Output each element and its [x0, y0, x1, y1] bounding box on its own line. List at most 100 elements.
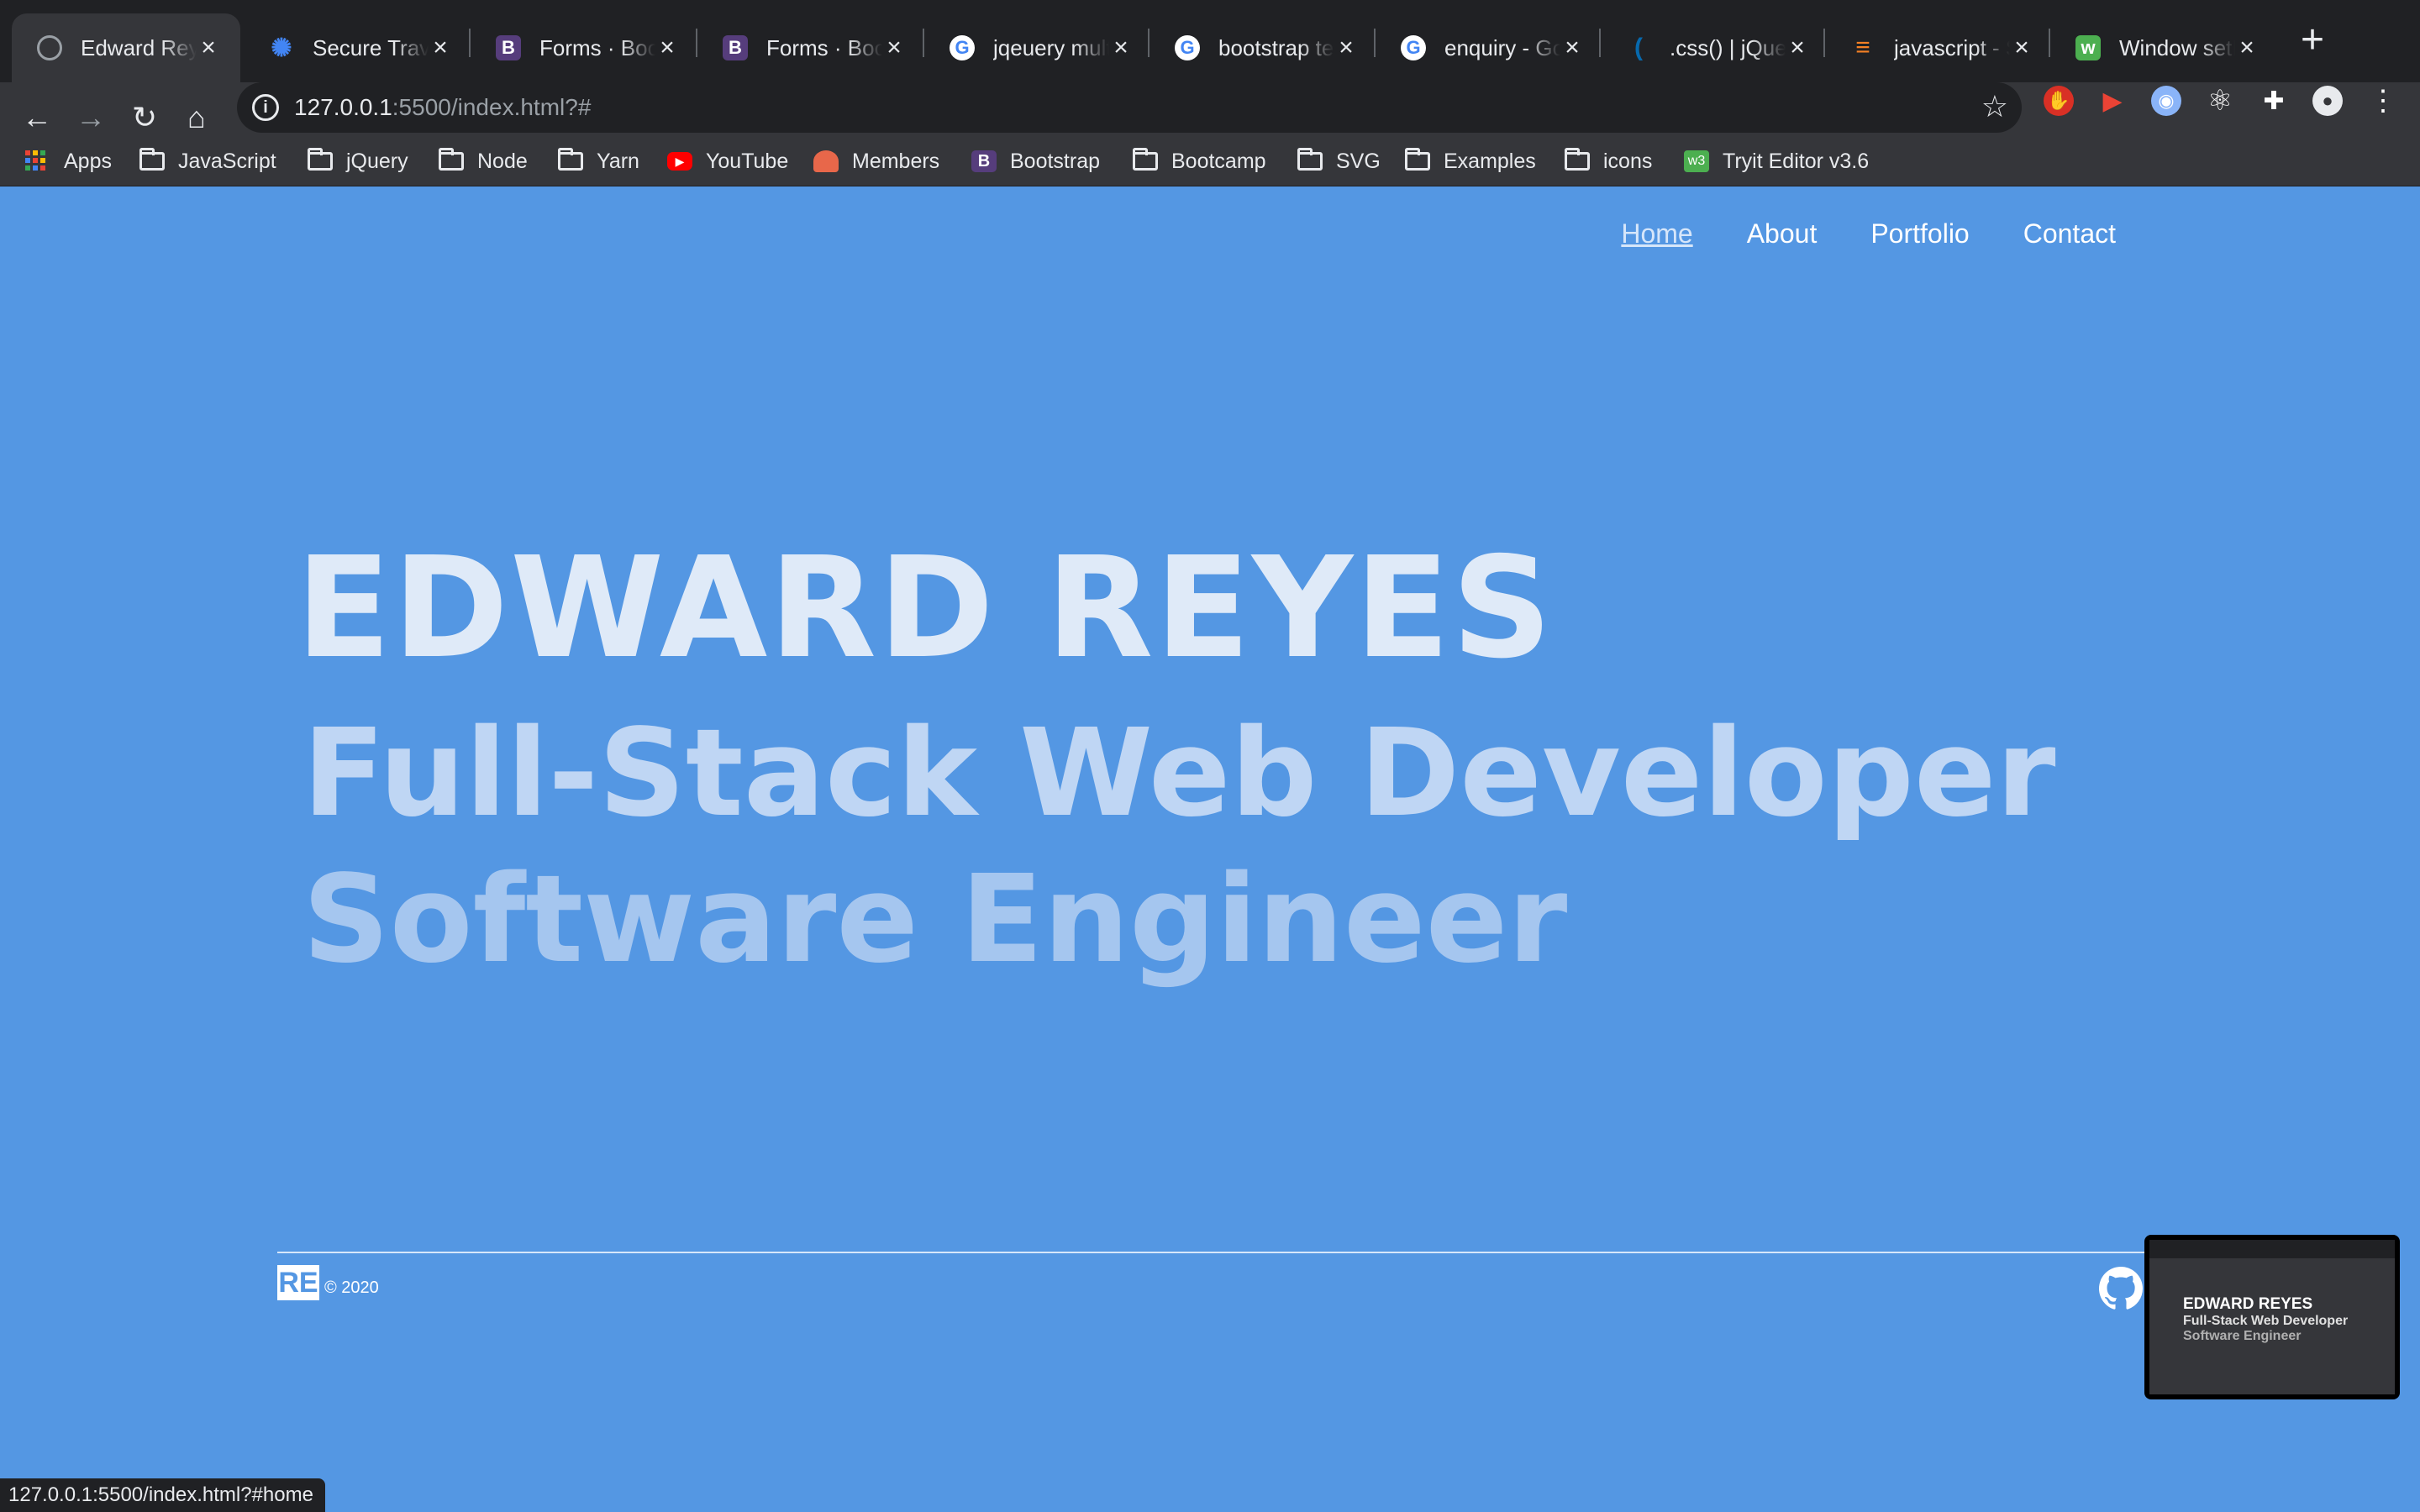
bookmark-item[interactable]: icons [1565, 144, 1652, 178]
tab-title: javascript - Stack [1894, 34, 2010, 60]
screencast-icon[interactable]: ▶ [2097, 86, 2128, 116]
bookmark-label: Tryit Editor v3.6 [1723, 149, 1870, 173]
close-tab-icon[interactable]: × [1560, 35, 1584, 60]
nav-home-link[interactable]: Home [1621, 218, 1692, 249]
close-tab-icon[interactable]: × [2010, 35, 2033, 60]
screen-share-thumbnail[interactable]: EDWARD REYES Full-Stack Web Developer So… [2144, 1235, 2400, 1399]
hero-title-1: Full-Stack Web Developer [302, 702, 2056, 843]
reload-icon[interactable]: ↻ [126, 99, 163, 136]
close-tab-icon[interactable]: × [1109, 35, 1133, 60]
new-tab-button[interactable]: + [2294, 20, 2331, 60]
browser-tab[interactable]: B Forms · Bootstrap× [697, 13, 926, 82]
folder-icon [139, 148, 165, 171]
bookmark-item[interactable]: JavaScript [139, 144, 276, 178]
tab-title: Forms · Bootstrap [539, 34, 655, 60]
bookmark-item[interactable]: ▶ YouTube [667, 144, 788, 178]
browser-tab[interactable]: ≡ javascript - Stack× [1825, 13, 2054, 82]
close-tab-icon[interactable]: × [197, 35, 220, 60]
nav-portfolio-link[interactable]: Portfolio [1870, 218, 1969, 249]
bookmark-item[interactable]: Node [439, 144, 528, 178]
close-tab-icon[interactable]: × [1786, 35, 1809, 60]
bookmark-item[interactable]: jQuery [308, 144, 408, 178]
globe-icon [37, 35, 62, 60]
tab-separator [1374, 29, 1376, 57]
bookmark-item[interactable]: Examples [1405, 144, 1536, 178]
bookmark-item[interactable]: w3 Tryit Editor v3.6 [1684, 144, 1869, 178]
tab-strip: Edward Reyes×✺Secure Travel×BForms · Boo… [0, 0, 2420, 82]
home-icon[interactable]: ⌂ [178, 99, 215, 136]
w3schools-icon: w [2075, 35, 2101, 60]
bookmark-item[interactable]: SVG [1297, 144, 1381, 178]
close-tab-icon[interactable]: × [882, 35, 906, 60]
bookmark-label: jQuery [346, 149, 408, 173]
site-nav: Home About Portfolio Contact [1621, 218, 2116, 249]
browser-tab[interactable]: ( .css() | jQuery× [1601, 13, 1829, 82]
folder-icon [558, 148, 583, 171]
hero: EDWARD REYES Full-Stack Web Developer So… [296, 528, 2056, 990]
status-bar-url: 127.0.0.1:5500/index.html?#home [0, 1478, 325, 1512]
browser-tab[interactable]: w Window setInterval× [2050, 13, 2279, 82]
browser-tab[interactable]: Gjqeuery multiple× [924, 13, 1153, 82]
close-tab-icon[interactable]: × [1334, 35, 1358, 60]
tab-separator [2049, 29, 2050, 57]
tab-title: enquiry - Google [1444, 34, 1560, 60]
extensions-puzzle-icon[interactable]: ✚ [2259, 86, 2289, 116]
adblock-icon[interactable]: ✋ [2044, 86, 2074, 116]
bookmark-label: YouTube [706, 149, 789, 173]
bookmark-label: icons [1603, 149, 1653, 173]
nav-about-link[interactable]: About [1747, 218, 1818, 249]
bookmark-label: Apps [64, 149, 112, 173]
footer-logo[interactable]: RE [277, 1265, 319, 1300]
bookmarks-bar: Apps JavaScript jQuery Node Yarn ▶ YouTube Memb… [0, 136, 2420, 186]
github-icon[interactable] [2099, 1267, 2143, 1310]
browser-tab[interactable]: Edward Reyes× [12, 13, 240, 82]
bookmark-item[interactable]: Members [813, 144, 939, 178]
menu-kebab-icon[interactable]: ⋮ [2368, 85, 2398, 117]
bookmark-label: SVG [1336, 149, 1381, 173]
bookmark-item[interactable]: Bootcamp [1133, 144, 1266, 178]
bookmark-label: Bootstrap [1010, 149, 1101, 173]
site-info-icon[interactable]: i [252, 94, 279, 121]
tab-separator [696, 29, 697, 57]
folder-icon [1405, 148, 1430, 171]
browser-tab[interactable]: ✺ Secure Travel× [244, 13, 472, 82]
hero-name: EDWARD REYES [296, 528, 1555, 690]
back-icon[interactable]: ← [18, 99, 55, 136]
tab-separator [1148, 29, 1150, 57]
browser-tab[interactable]: Genquiry - Google× [1376, 13, 1604, 82]
hero-title-2: Software Engineer [302, 848, 1568, 990]
react-devtools-icon[interactable]: ⚛ [2205, 85, 2235, 117]
bootstrap-icon: B [723, 35, 748, 60]
bootstrap-icon: B [971, 150, 997, 172]
tab-separator [1823, 29, 1825, 57]
bookmark-item[interactable]: Yarn [558, 144, 639, 178]
address-bar[interactable]: i 127.0.0.1:5500/index.html?# ☆ [237, 82, 2022, 133]
apps-grid-icon [25, 150, 50, 172]
folder-icon [1565, 148, 1590, 171]
profile-avatar-icon[interactable]: ● [2312, 86, 2343, 116]
folder-icon [308, 148, 333, 171]
tab-title: Edward Reyes [81, 34, 197, 60]
folder-icon [439, 148, 464, 171]
bootstrap-icon: B [496, 35, 521, 60]
folder-icon [1297, 148, 1323, 171]
bookmark-label: Node [477, 149, 528, 173]
bookmark-item[interactable]: B Bootstrap [971, 144, 1100, 178]
forward-icon[interactable]: → [72, 99, 109, 136]
nav-contact-link[interactable]: Contact [2023, 218, 2116, 249]
extension-ring-icon[interactable]: ◉ [2151, 86, 2181, 116]
youtube-icon: ▶ [667, 152, 692, 171]
jquery-icon: ( [1634, 34, 1643, 61]
close-tab-icon[interactable]: × [429, 35, 452, 60]
close-tab-icon[interactable]: × [2235, 35, 2259, 60]
url-text[interactable]: 127.0.0.1:5500/index.html?# [294, 94, 591, 121]
bookmark-star-icon[interactable]: ☆ [1981, 89, 2008, 124]
tab-title: jqeuery multiple [993, 34, 1109, 60]
bookmark-item[interactable]: Apps [25, 144, 112, 178]
tab-title: Secure Travel [313, 34, 429, 60]
browser-tab[interactable]: B Forms · Bootstrap× [471, 13, 699, 82]
close-tab-icon[interactable]: × [655, 35, 679, 60]
tab-title: .css() | jQuery [1670, 34, 1786, 60]
browser-tab[interactable]: Gbootstrap text× [1150, 13, 1378, 82]
google-icon: G [1175, 35, 1200, 60]
